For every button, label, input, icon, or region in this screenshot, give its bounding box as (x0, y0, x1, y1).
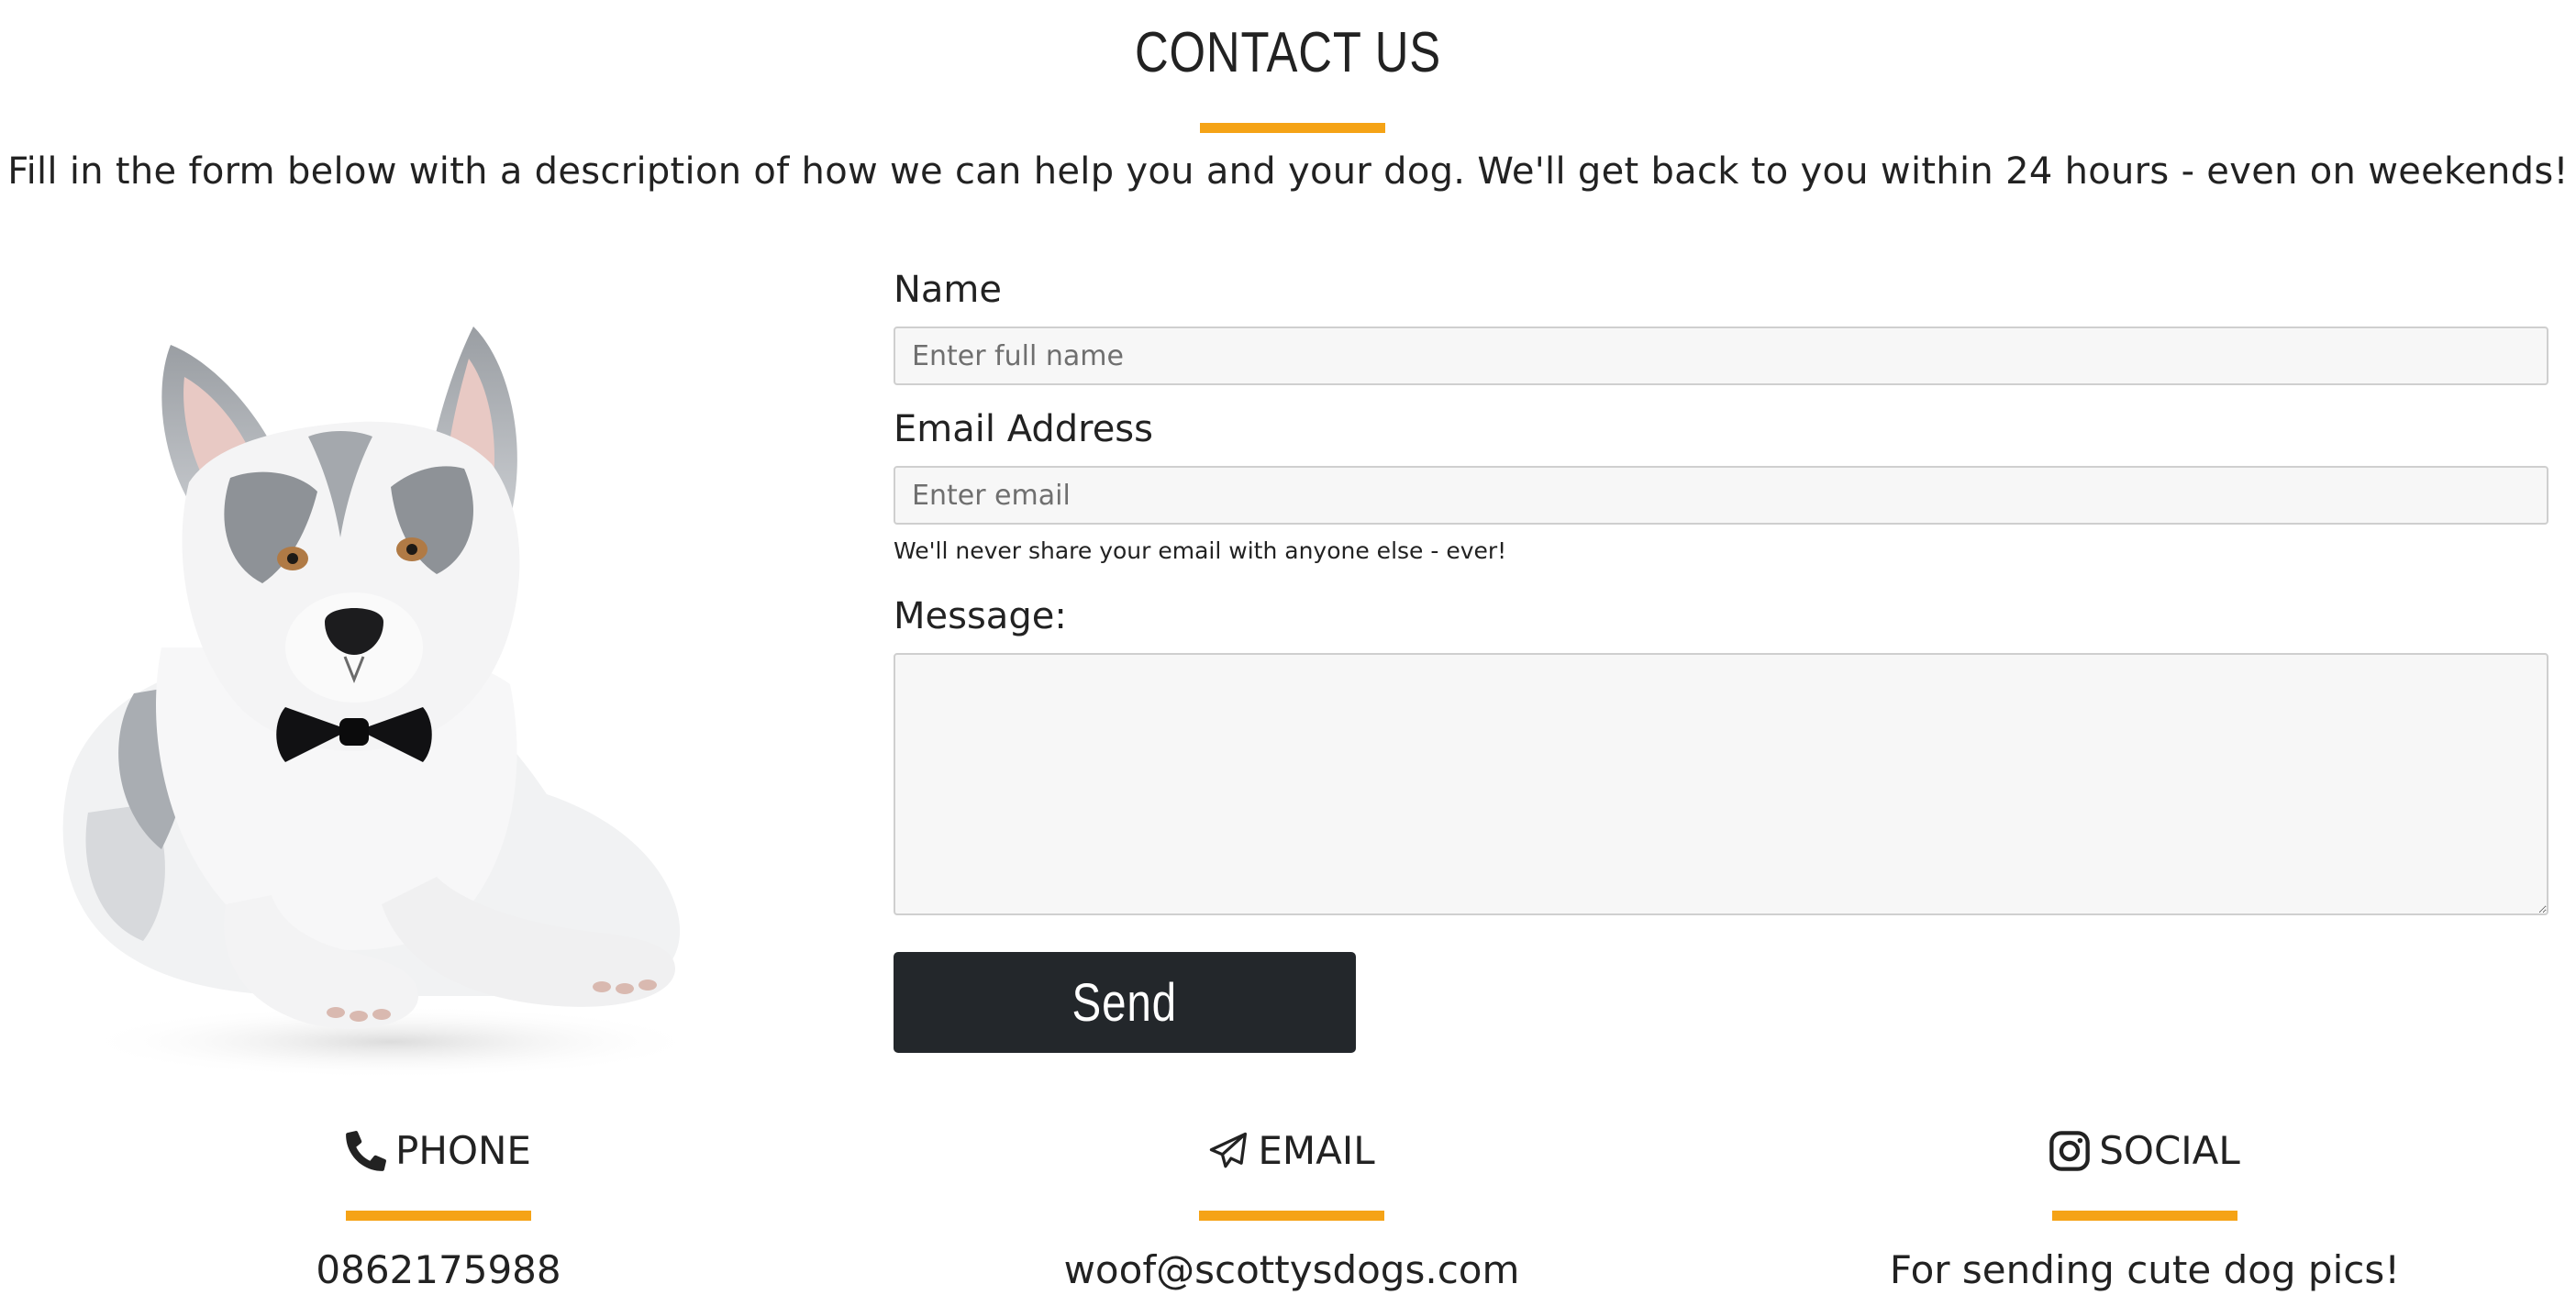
name-input[interactable] (894, 327, 2548, 385)
page-title: CONTACT US (1135, 21, 1441, 84)
email-heading: EMAIL (925, 1119, 1659, 1183)
contact-page: CONTACT US Fill in the form below with a… (0, 0, 2576, 1295)
intro-text: Fill in the form below with a descriptio… (7, 150, 2569, 193)
social-heading: SOCIAL (1778, 1119, 2512, 1183)
social-underline (2052, 1211, 2237, 1221)
send-button[interactable]: Send (894, 952, 1356, 1053)
instagram-icon (2049, 1131, 2091, 1171)
phone-heading: PHONE (72, 1119, 805, 1183)
phone-icon (346, 1131, 387, 1171)
phone-section: PHONE 0862175988 (72, 1119, 805, 1295)
email-input[interactable] (894, 466, 2548, 525)
husky-dog-image (33, 262, 712, 1079)
phone-heading-text: PHONE (395, 1128, 531, 1173)
paper-plane-icon (1208, 1131, 1249, 1171)
email-underline (1199, 1211, 1384, 1221)
social-heading-text: SOCIAL (2099, 1128, 2240, 1173)
title-underline (1200, 123, 1385, 133)
email-help-text: We'll never share your email with anyone… (894, 537, 1507, 564)
phone-underline (346, 1211, 531, 1221)
contact-form: Name Email Address We'll never share you… (894, 266, 2548, 1053)
email-value: woof@scottysdogs.com (1063, 1247, 1520, 1292)
social-value: For sending cute dog pics! (1889, 1247, 2401, 1292)
email-heading-text: EMAIL (1258, 1128, 1375, 1173)
social-section: SOCIAL For sending cute dog pics! (1778, 1119, 2512, 1295)
send-button-label: Send (1071, 972, 1178, 1033)
phone-value: 0862175988 (316, 1247, 561, 1292)
email-section: EMAIL woof@scottysdogs.com (925, 1119, 1659, 1295)
name-label: Name (894, 269, 1003, 311)
message-label: Message: (894, 595, 1067, 637)
message-textarea[interactable] (894, 653, 2548, 915)
email-label: Email Address (894, 408, 1153, 450)
